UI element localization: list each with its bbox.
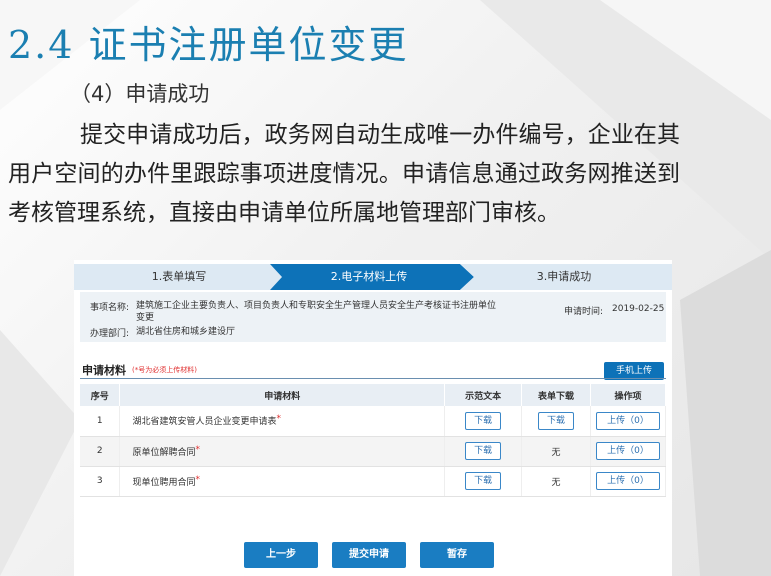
upload-button[interactable]: 上传（0） — [596, 411, 660, 430]
required-mark: * — [195, 444, 200, 455]
material-name: 湖北省建筑安管人员企业变更申请表 — [132, 417, 277, 428]
materials-title: 申请材料 — [82, 364, 126, 377]
submit-application-button[interactable]: 提交申请 — [332, 542, 406, 568]
row-op: 上传（0） — [590, 436, 666, 467]
required-mark: * — [276, 414, 281, 425]
apply-time-value: 2019-02-25 — [612, 304, 665, 314]
row-material: 原单位解聘合同* — [119, 436, 446, 467]
form-download-button[interactable]: 下载 — [538, 411, 575, 430]
step-1-label: 1.表单填写 — [151, 270, 207, 283]
row-no: 3 — [80, 466, 121, 497]
material-name: 现单位聘用合同 — [132, 477, 196, 488]
save-draft-button[interactable]: 暂存 — [420, 542, 494, 568]
col-form: 表单下载 — [521, 384, 591, 406]
department-label: 办理部门: — [90, 329, 130, 339]
progress-steps: 1.表单填写 2.电子材料上传 3.申请成功 — [74, 264, 672, 290]
item-name-label: 事项名称: — [90, 303, 130, 313]
col-sample: 示范文本 — [444, 384, 523, 406]
materials-note: (*号为必须上传材料) — [132, 366, 197, 374]
table-row: 3 现单位聘用合同* 下载 无 上传（0） — [80, 466, 666, 497]
table-row: 1 湖北省建筑安管人员企业变更申请表* 下载 下载 上传（0） — [80, 406, 666, 437]
application-info: 事项名称: 建筑施工企业主要负责人、项目负责人和专职安全生产管理人员安全生产考核… — [80, 292, 666, 342]
slide-paragraph: 提交申请成功后，政务网自动生成唯一办件编号，企业在其用户空间的办件里跟踪事项进度… — [8, 122, 680, 226]
row-no: 1 — [80, 406, 121, 437]
materials-table: 序号 申请材料 示范文本 表单下载 操作项 1 湖北省建筑安管人员企业变更申请表… — [80, 384, 666, 497]
step-3-label: 3.申请成功 — [536, 270, 592, 283]
materials-divider — [80, 378, 666, 379]
table-row: 2 原单位解聘合同* 下载 无 上传（0） — [80, 436, 666, 467]
prev-step-button[interactable]: 上一步 — [244, 542, 318, 568]
upload-button[interactable]: 上传（0） — [596, 442, 660, 460]
material-name: 原单位解聘合同 — [132, 447, 196, 458]
slide-title: 2.4 证书注册单位变更 — [8, 23, 409, 67]
slide-subtitle: （4）申请成功 — [70, 82, 210, 106]
col-no: 序号 — [80, 384, 121, 406]
row-form: 下载 — [521, 406, 591, 437]
embedded-screenshot: 1.表单填写 2.电子材料上传 3.申请成功 事项名称: 建筑施工企业主要负责人… — [74, 260, 672, 576]
col-operation: 操作项 — [590, 384, 666, 406]
item-name-value: 建筑施工企业主要负责人、项目负责人和专职安全生产管理人员安全生产考核证书注册单位… — [136, 301, 497, 323]
row-no: 2 — [80, 436, 121, 467]
sample-download-button[interactable]: 下载 — [465, 411, 502, 430]
row-sample: 下载 — [444, 466, 523, 497]
row-op: 上传（0） — [590, 406, 666, 437]
row-form: 无 — [521, 436, 591, 467]
table-header: 序号 申请材料 示范文本 表单下载 操作项 — [80, 384, 666, 406]
apply-time-label: 申请时间: — [564, 307, 604, 317]
row-material: 现单位聘用合同* — [119, 466, 446, 497]
row-material: 湖北省建筑安管人员企业变更申请表* — [119, 406, 446, 437]
upload-button[interactable]: 上传（0） — [596, 472, 660, 490]
required-mark: * — [195, 474, 200, 485]
row-form: 无 — [521, 466, 591, 497]
department-value: 湖北省住房和城乡建设厅 — [136, 327, 236, 337]
sample-download-button[interactable]: 下载 — [465, 472, 502, 490]
sample-download-button[interactable]: 下载 — [465, 442, 502, 460]
row-sample: 下载 — [444, 436, 523, 467]
row-op: 上传（0） — [590, 466, 666, 497]
row-sample: 下载 — [444, 406, 523, 437]
step-2-label: 2.电子材料上传 — [330, 270, 408, 283]
col-material: 申请材料 — [119, 384, 446, 406]
